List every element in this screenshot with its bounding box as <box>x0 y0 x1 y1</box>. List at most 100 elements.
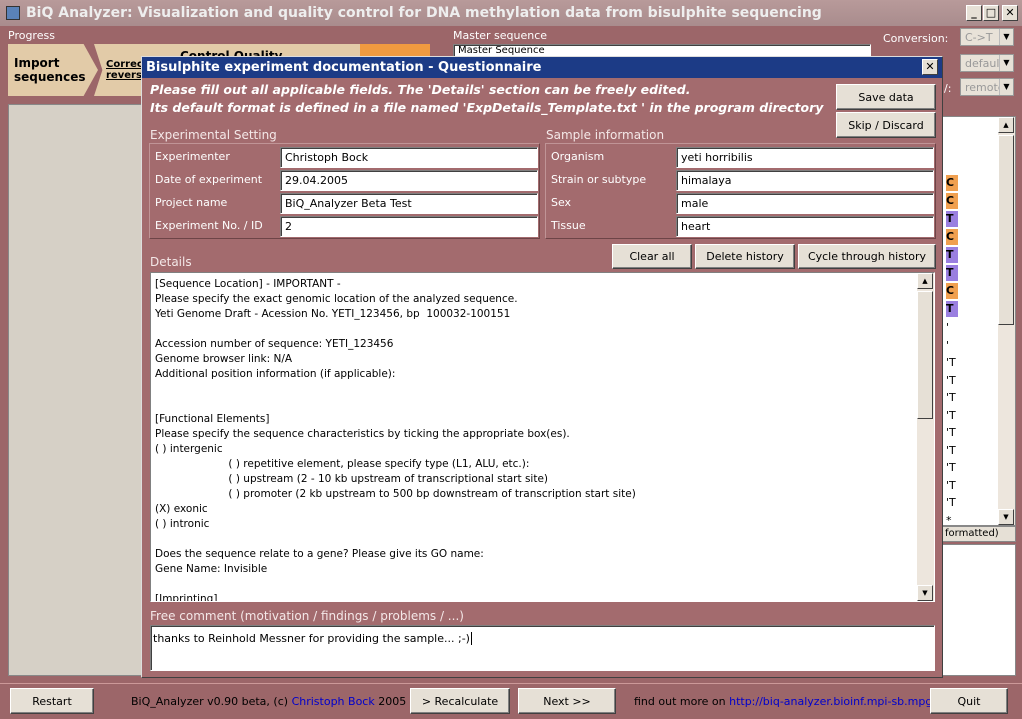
find-out-text: find out more on <box>634 695 730 708</box>
sequence-line: 'T <box>946 478 956 492</box>
skip-discard-button[interactable]: Skip / Discard <box>836 112 936 138</box>
sequence-line: 'T <box>946 408 956 422</box>
recalculate-button[interactable]: > Recalculate <box>410 688 510 714</box>
field-input[interactable]: BiQ_Analyzer Beta Test <box>280 193 538 214</box>
app-logo-icon <box>6 6 20 20</box>
sequence-base: T <box>946 247 958 263</box>
step-import-sequences[interactable]: Import sequences <box>8 44 98 96</box>
field-label: Organism <box>551 150 605 163</box>
version-text: BiQ_Analyzer v0.90 beta, (c) <box>131 695 292 708</box>
maximize-button[interactable]: □ <box>983 5 999 21</box>
chevron-down-icon: ▼ <box>999 79 1013 95</box>
field-label: Date of experiment <box>155 173 263 186</box>
option2-select[interactable]: default ▼ <box>960 54 1014 72</box>
scroll-down-icon[interactable]: ▼ <box>917 585 933 601</box>
sample-information-label: Sample information <box>546 128 665 142</box>
dialog-title: Bisulphite experiment documentation - Qu… <box>146 60 542 75</box>
chevron-down-icon: ▼ <box>999 29 1013 45</box>
field-input[interactable]: 2 <box>280 216 538 237</box>
step-label: Correct reverse <box>106 59 149 81</box>
sequence-base: T <box>946 265 958 281</box>
cycle-history-button[interactable]: Cycle through history <box>798 244 936 269</box>
option3-select[interactable]: remote ▼ <box>960 78 1014 96</box>
experimental-setting-label: Experimental Setting <box>150 128 277 142</box>
author-link[interactable]: Christoph Bock <box>292 695 375 708</box>
details-label: Details <box>150 255 192 269</box>
status-bar: Restart BiQ_Analyzer v0.90 beta, (c) Chr… <box>0 683 1022 719</box>
conversion-select[interactable]: C->T ▼ <box>960 28 1014 46</box>
next-button[interactable]: Next >> <box>518 688 616 714</box>
details-scrollbar[interactable]: ▲ ▼ <box>917 273 934 601</box>
scroll-down-icon[interactable]: ▼ <box>998 509 1014 525</box>
sequence-base: C <box>946 193 958 209</box>
sequence-list-scrollbar[interactable]: ▲ ▼ <box>998 117 1015 525</box>
close-window-button[interactable]: ✕ <box>1002 5 1018 21</box>
dialog-close-icon[interactable]: ✕ <box>922 59 938 75</box>
field-input[interactable]: 29.04.2005 <box>280 170 538 191</box>
field-input[interactable]: heart <box>676 216 934 237</box>
field-input[interactable]: male <box>676 193 934 214</box>
clear-all-button[interactable]: Clear all <box>612 244 692 269</box>
sequence-base: C <box>946 283 958 299</box>
scroll-up-icon[interactable]: ▲ <box>998 117 1014 133</box>
sequence-base: C <box>946 175 958 191</box>
dialog-titlebar: Bisulphite experiment documentation - Qu… <box>142 57 942 78</box>
field-label: Experiment No. / ID <box>155 219 263 232</box>
main-window-titlebar: BiQ Analyzer: Visualization and quality … <box>0 0 1022 26</box>
details-text: [Sequence Location] - IMPORTANT - Please… <box>155 278 636 602</box>
sequence-line: 'T <box>946 426 956 439</box>
master-sequence-label: Master sequence <box>453 29 548 42</box>
formatted-panel <box>936 544 1016 676</box>
option2-value: default <box>965 57 1004 70</box>
minimize-button[interactable]: _ <box>966 5 982 21</box>
field-label: Sex <box>551 196 572 209</box>
sequence-base: T <box>946 301 958 317</box>
website-link[interactable]: http://biq-analyzer.bioinf.mpi-sb.mpg.de… <box>729 695 953 708</box>
sequence-line: 'T <box>946 391 956 404</box>
field-label: Strain or subtype <box>551 173 647 186</box>
scroll-thumb[interactable] <box>998 135 1014 325</box>
conversion-value: C->T <box>965 31 993 44</box>
copyright-year: 2005 <box>374 695 407 708</box>
details-textarea[interactable]: [Sequence Location] - IMPORTANT - Please… <box>150 272 935 602</box>
free-comment-input[interactable]: thanks to Reinhold Messner for providing… <box>150 625 935 671</box>
text-cursor <box>470 632 472 645</box>
field-label: Experimenter <box>155 150 230 163</box>
dialog-info: Please fill out all applicable fields. T… <box>150 81 823 117</box>
formatted-label: formatted) <box>945 528 999 539</box>
sequence-line: ' <box>946 321 950 334</box>
sequence-base: T <box>946 211 958 227</box>
conversion-label: Conversion: <box>883 32 949 45</box>
sequence-line: 'T <box>946 373 956 387</box>
info-line-2: Its default format is defined in a file … <box>150 100 824 115</box>
scroll-up-icon[interactable]: ▲ <box>917 273 933 289</box>
version-info: BiQ_Analyzer v0.90 beta, (c) Christoph B… <box>131 695 406 708</box>
field-label: Project name <box>155 196 228 209</box>
more-info: find out more on http://biq-analyzer.bio… <box>634 695 953 708</box>
restart-button[interactable]: Restart <box>10 688 94 714</box>
free-comment-label: Free comment (motivation / findings / pr… <box>150 609 464 623</box>
field-input[interactable]: Christoph Bock <box>280 147 538 168</box>
formatted-button[interactable]: formatted) <box>940 526 1016 542</box>
step-label: Import sequences <box>14 56 86 84</box>
field-input[interactable]: himalaya <box>676 170 934 191</box>
sequence-line: ' <box>946 338 950 352</box>
chevron-down-icon: ▼ <box>999 55 1013 71</box>
sequence-line: 'T <box>946 496 956 509</box>
sequence-line: 'T <box>946 461 956 474</box>
scroll-thumb[interactable] <box>917 291 933 419</box>
progress-label: Progress <box>8 29 55 42</box>
free-comment-text: thanks to Reinhold Messner for providing… <box>153 632 470 645</box>
field-label: Tissue <box>551 219 586 232</box>
window-title: BiQ Analyzer: Visualization and quality … <box>26 5 822 21</box>
step-active-indicator <box>360 44 430 56</box>
option3-label: /: <box>944 82 952 95</box>
field-input[interactable]: yeti horribilis <box>676 147 934 168</box>
questionnaire-dialog: Bisulphite experiment documentation - Qu… <box>141 56 943 678</box>
delete-history-button[interactable]: Delete history <box>695 244 795 269</box>
sequence-base: C <box>946 229 958 245</box>
sequence-line: 'T <box>946 356 956 369</box>
save-data-button[interactable]: Save data <box>836 84 936 110</box>
quit-button[interactable]: Quit <box>930 688 1008 714</box>
left-panel <box>8 104 142 676</box>
